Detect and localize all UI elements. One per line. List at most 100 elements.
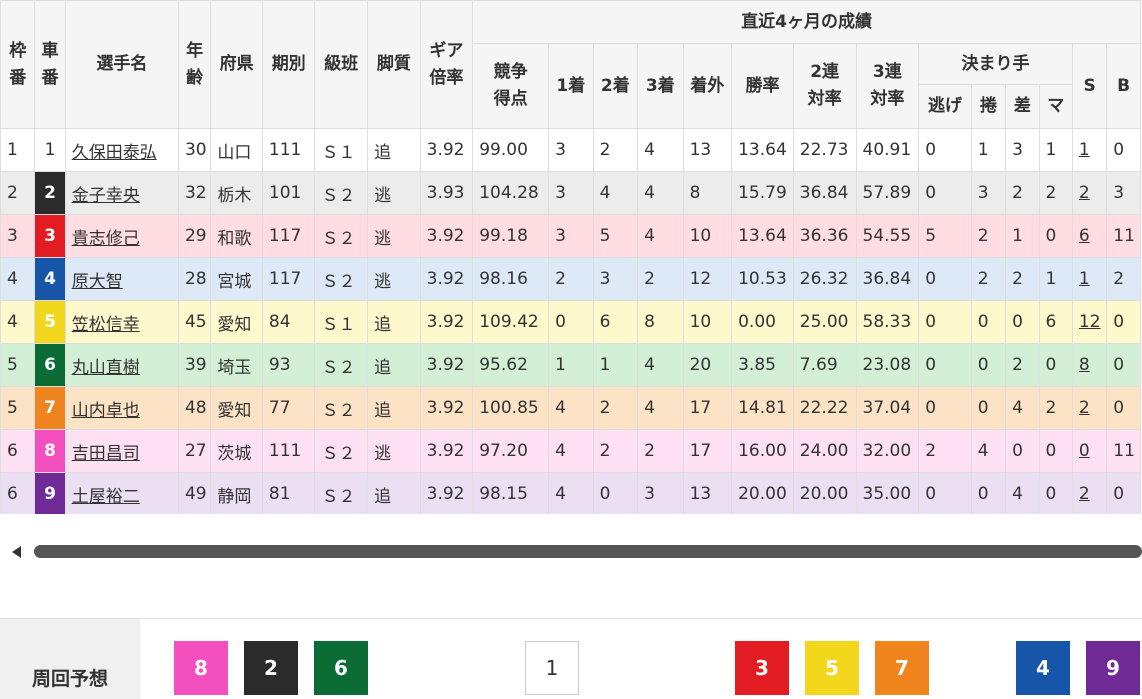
cell-out: 17 — [682, 386, 733, 430]
s-count-link[interactable]: 8 — [1079, 355, 1090, 375]
cell-first: 4 — [548, 429, 594, 473]
racer-name-link[interactable]: 原大智 — [72, 272, 123, 292]
s-count-link[interactable]: 2 — [1079, 398, 1090, 418]
cell-pref: 愛知 — [210, 300, 263, 344]
cell-first: 3 — [548, 128, 594, 172]
cell-r2: 7.69 — [792, 343, 857, 387]
racer-name-link[interactable]: 貴志修己 — [72, 229, 140, 249]
cell-nige: 0 — [918, 386, 972, 430]
cell-third: 2 — [637, 429, 684, 473]
racer-name-link[interactable]: 久保田泰弘 — [72, 143, 157, 163]
col-header-waku: 枠番 — [0, 0, 36, 129]
cell-win: 13.64 — [731, 128, 794, 172]
cell-makuri: 0 — [970, 300, 1007, 344]
cell-style: 追 — [367, 386, 421, 430]
cell-first: 3 — [548, 214, 594, 258]
racer-name-link[interactable]: 吉田昌司 — [72, 444, 140, 464]
col-header-term: 期別 — [261, 0, 316, 129]
cell-r3: 54.55 — [855, 214, 920, 258]
cell-b: 2 — [1106, 257, 1141, 301]
cell-sashi: 2 — [1005, 257, 1040, 301]
cell-mark: 0 — [1038, 214, 1073, 258]
cell-out: 12 — [682, 257, 733, 301]
racer-name-link[interactable]: 金子幸央 — [72, 186, 140, 206]
s-count-link[interactable]: 6 — [1079, 226, 1090, 246]
s-count-link[interactable]: 1 — [1079, 269, 1090, 289]
cell-win: 13.64 — [731, 214, 794, 258]
cell-nige: 0 — [918, 472, 972, 514]
col-header-kimarite: 決まり手 — [918, 43, 1073, 85]
cell-third: 4 — [637, 343, 684, 387]
col-header-makuri: 捲 — [970, 84, 1007, 129]
s-count-link[interactable]: 2 — [1079, 484, 1090, 504]
col-header-sashi: 差 — [1005, 84, 1040, 129]
s-count-link[interactable]: 1 — [1079, 140, 1090, 160]
cell-win: 14.81 — [731, 386, 794, 430]
car-number-badge: 9 — [34, 472, 66, 514]
cell-mark: 0 — [1038, 343, 1073, 387]
cell-win: 15.79 — [731, 171, 794, 215]
cell-s: 2 — [1071, 171, 1108, 215]
cell-makuri: 0 — [970, 343, 1007, 387]
cell-name: 金子幸央 — [64, 171, 179, 215]
lap-forecast-label: 周回予想 — [0, 619, 140, 699]
racer-name-link[interactable]: 土屋裕二 — [72, 487, 140, 507]
table-row: 6 9 土屋裕二 49 静岡 81 Ｓ２ 追 3.92 98.15 4 0 3 13 20.00 20.00 3… — [0, 472, 1141, 514]
racer-name-link[interactable]: 笠松信幸 — [72, 315, 140, 335]
cell-b: 0 — [1106, 300, 1141, 344]
cell-makuri: 4 — [970, 429, 1007, 473]
cell-cls: Ｓ２ — [314, 386, 369, 430]
cell-out: 10 — [682, 300, 733, 344]
cell-name: 笠松信幸 — [64, 300, 179, 344]
cell-b: 0 — [1106, 128, 1141, 172]
cell-r3: 37.04 — [855, 386, 920, 430]
cell-out: 13 — [682, 128, 733, 172]
cell-score: 98.15 — [472, 472, 550, 514]
triangle-left-icon[interactable] — [12, 546, 21, 558]
cell-makuri: 0 — [970, 386, 1007, 430]
cell-sashi: 4 — [1005, 472, 1040, 514]
car-number-badge: 6 — [34, 343, 66, 387]
cell-term: 84 — [261, 300, 316, 344]
racer-name-link[interactable]: 山内卓也 — [72, 401, 140, 421]
cell-nige: 0 — [918, 128, 972, 172]
col-header-s: S — [1071, 43, 1108, 129]
cell-style: 追 — [367, 343, 421, 387]
cell-score: 99.18 — [472, 214, 550, 258]
horizontal-scrollbar[interactable] — [0, 540, 1142, 564]
col-header-style: 脚質 — [367, 0, 421, 129]
col-header-pref: 府県 — [210, 0, 263, 129]
s-count-link[interactable]: 12 — [1079, 312, 1101, 332]
forecast-car-chip: 1 — [525, 641, 579, 695]
cell-cls: Ｓ２ — [314, 214, 369, 258]
cell-r3: 23.08 — [855, 343, 920, 387]
car-number-badge: 7 — [34, 386, 66, 430]
cell-pref: 愛知 — [210, 386, 263, 430]
racer-name-link[interactable]: 丸山直樹 — [72, 358, 140, 378]
cell-first: 4 — [548, 472, 594, 514]
cell-s: 0 — [1071, 429, 1108, 473]
entry-table: 枠番 車番 選手名 年齢 府県 期別 級班 脚質 ギア 倍率 直近4ヶ月の成績 競… — [0, 0, 1141, 514]
s-count-link[interactable]: 0 — [1079, 441, 1090, 461]
cell-style: 逃 — [367, 429, 421, 473]
scrollbar-thumb[interactable] — [34, 545, 1142, 558]
cell-style: 追 — [367, 300, 421, 344]
cell-pref: 埼玉 — [210, 343, 263, 387]
cell-out: 13 — [682, 472, 733, 514]
cell-makuri: 3 — [970, 171, 1007, 215]
forecast-car-chip: 3 — [735, 641, 789, 695]
s-count-link[interactable]: 2 — [1079, 183, 1090, 203]
cell-term: 111 — [261, 128, 316, 172]
forecast-car-chip: 2 — [244, 641, 298, 695]
cell-pref: 栃木 — [210, 171, 263, 215]
cell-sashi: 3 — [1005, 128, 1040, 172]
cell-makuri: 2 — [970, 214, 1007, 258]
cell-style: 追 — [367, 128, 421, 172]
cell-pref: 宮城 — [210, 257, 263, 301]
cell-s: 2 — [1071, 472, 1108, 514]
cell-mark: 0 — [1038, 429, 1073, 473]
table-row: 3 3 貴志修己 29 和歌 117 Ｓ２ 逃 3.92 99.18 3 5 4 10 13.64 36.36… — [0, 214, 1141, 258]
cell-s: 6 — [1071, 214, 1108, 258]
cell-nige: 0 — [918, 343, 972, 387]
car-number-badge: 4 — [34, 257, 66, 301]
